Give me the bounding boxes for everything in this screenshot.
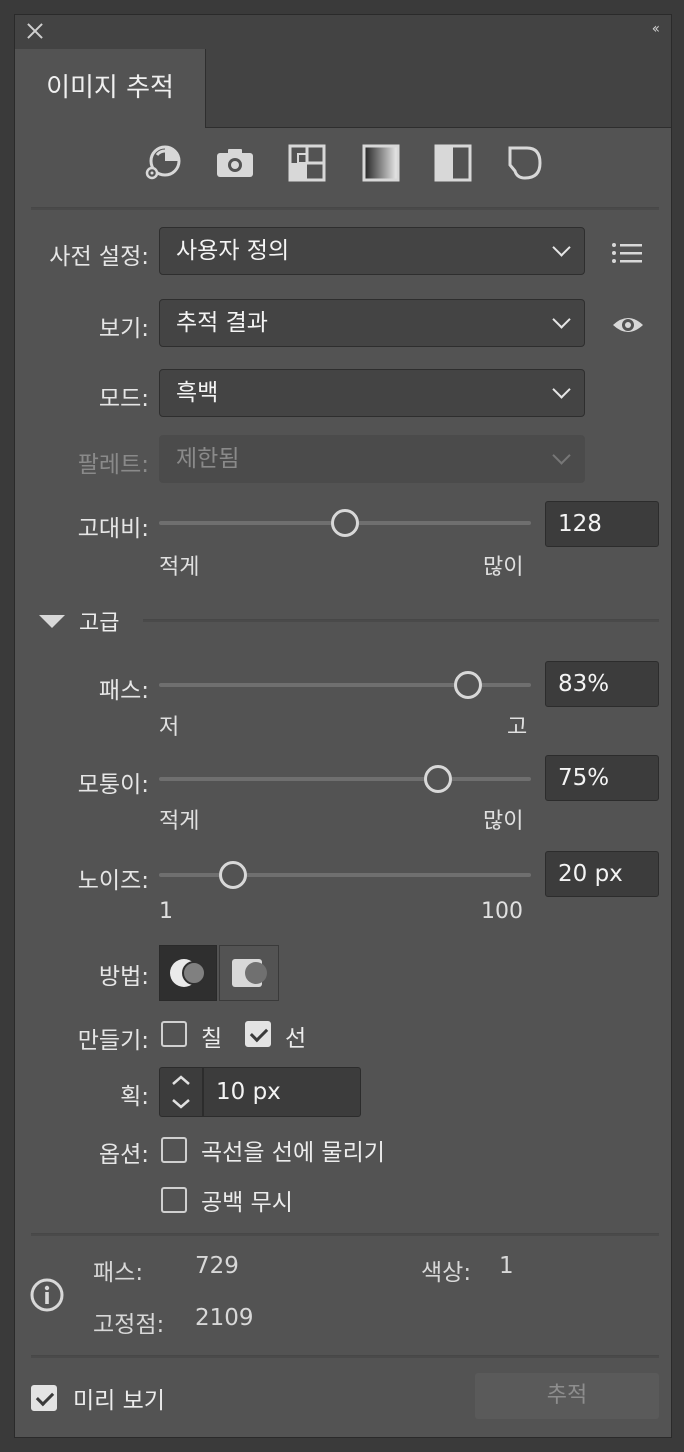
- divider: [31, 207, 659, 210]
- view-value: 추적 결과: [176, 310, 268, 336]
- mode-label: 모드:: [98, 386, 149, 412]
- advanced-label: 고급: [79, 611, 120, 636]
- method-label: 방법:: [98, 964, 149, 990]
- stroke-width-stepper[interactable]: [159, 1067, 203, 1117]
- advanced-section-toggle[interactable]: 고급: [39, 605, 139, 636]
- corners-max-label: 많이: [483, 809, 524, 834]
- divider: [143, 619, 659, 622]
- colors-count-label: 색상:: [421, 1260, 472, 1286]
- outline-icon[interactable]: [505, 143, 545, 183]
- create-label: 만들기:: [77, 1028, 149, 1054]
- view-dropdown[interactable]: 추적 결과: [159, 299, 585, 347]
- preset-icon-row: [15, 143, 671, 187]
- preset-value: 사용자 정의: [176, 238, 290, 264]
- image-trace-panel: ‹‹ 이미지 추적 사전 설정: 사용자 정의 보기: 추적 결과 모드: 흑백…: [14, 14, 672, 1438]
- threshold-min-label: 적게: [159, 555, 200, 580]
- paths-slider-thumb[interactable]: [453, 671, 482, 699]
- divider: [31, 1233, 659, 1236]
- threshold-label: 고대비:: [77, 516, 149, 542]
- chevron-down-icon: [552, 238, 571, 257]
- chevron-down-icon: [552, 380, 571, 399]
- mode-dropdown[interactable]: 흑백: [159, 369, 585, 417]
- high-color-icon[interactable]: [215, 143, 255, 183]
- paths-count-label: 패스:: [93, 1260, 144, 1286]
- stroke-width-label: 획:: [120, 1084, 149, 1110]
- corners-slider[interactable]: [159, 765, 531, 793]
- palette-dropdown: 제한됨: [159, 435, 585, 483]
- mode-value: 흑백: [176, 380, 219, 406]
- preset-dropdown[interactable]: 사용자 정의: [159, 227, 585, 275]
- overlapping-method-icon: [232, 959, 267, 987]
- corners-slider-thumb[interactable]: [424, 765, 452, 793]
- panel-titlebar: ‹‹: [15, 15, 671, 49]
- fill-label: 칠: [201, 1026, 223, 1052]
- preview-label: 미리 보기: [73, 1388, 165, 1414]
- abutting-method-icon: [170, 959, 206, 987]
- noise-slider[interactable]: [159, 861, 531, 889]
- preset-list-menu-icon[interactable]: [611, 239, 645, 267]
- paths-count-value: 729: [195, 1253, 239, 1279]
- corners-label: 모퉁이:: [77, 772, 149, 798]
- tab-bar: 이미지 추적: [15, 49, 671, 128]
- stroke-label: 선: [285, 1026, 307, 1052]
- ignore-white-checkbox[interactable]: [161, 1187, 187, 1213]
- anchors-count-value: 2109: [195, 1305, 254, 1331]
- paths-min-label: 저: [159, 715, 180, 740]
- snap-curves-label: 곡선을 선에 물리기: [201, 1140, 385, 1166]
- anchors-count-label: 고정점:: [93, 1312, 165, 1338]
- corners-input[interactable]: 75%: [545, 755, 659, 801]
- auto-color-icon[interactable]: [143, 143, 183, 183]
- fill-checkbox[interactable]: [161, 1021, 187, 1047]
- threshold-max-label: 많이: [483, 555, 524, 580]
- eye-icon[interactable]: [611, 311, 645, 339]
- chevron-down-icon: [552, 310, 571, 329]
- view-label: 보기:: [98, 316, 149, 342]
- palette-value: 제한됨: [176, 446, 240, 472]
- palette-label: 팔레트:: [77, 452, 149, 478]
- triangle-down-icon: [39, 615, 65, 628]
- preset-label: 사전 설정:: [49, 244, 149, 270]
- tab-image-trace[interactable]: 이미지 추적: [15, 49, 206, 128]
- paths-input[interactable]: 83%: [545, 661, 659, 707]
- info-icon: [29, 1277, 65, 1313]
- black-and-white-icon[interactable]: [433, 143, 473, 183]
- corners-min-label: 적게: [159, 809, 200, 834]
- paths-label: 패스:: [98, 678, 149, 704]
- divider: [31, 1355, 659, 1358]
- preview-checkbox[interactable]: [31, 1385, 57, 1411]
- collapse-panel-icon[interactable]: ‹‹: [652, 21, 660, 37]
- noise-label: 노이즈:: [77, 868, 149, 894]
- trace-button[interactable]: 추적: [475, 1373, 659, 1419]
- noise-min-label: 1: [159, 899, 173, 924]
- close-icon[interactable]: [25, 21, 45, 41]
- colors-count-value: 1: [499, 1253, 514, 1279]
- noise-input[interactable]: 20 px: [545, 851, 659, 897]
- stroke-width-input[interactable]: 10 px: [203, 1067, 361, 1117]
- grayscale-icon[interactable]: [361, 143, 401, 183]
- noise-max-label: 100: [481, 899, 523, 924]
- threshold-slider-thumb[interactable]: [331, 509, 359, 537]
- method-abutting-button[interactable]: [159, 945, 217, 1001]
- options-label: 옵션:: [98, 1142, 149, 1168]
- paths-slider[interactable]: [159, 671, 531, 699]
- noise-slider-thumb[interactable]: [219, 861, 248, 889]
- low-color-icon[interactable]: [287, 143, 327, 183]
- stroke-checkbox[interactable]: [245, 1021, 271, 1047]
- ignore-white-label: 공백 무시: [201, 1190, 293, 1216]
- paths-max-label: 고: [507, 715, 528, 740]
- method-overlapping-button[interactable]: [219, 945, 279, 1001]
- threshold-input[interactable]: 128: [545, 501, 659, 547]
- stepper-arrows-icon: [172, 1075, 190, 1109]
- threshold-slider[interactable]: [159, 509, 531, 537]
- snap-curves-checkbox[interactable]: [161, 1137, 187, 1163]
- chevron-down-icon: [552, 446, 571, 465]
